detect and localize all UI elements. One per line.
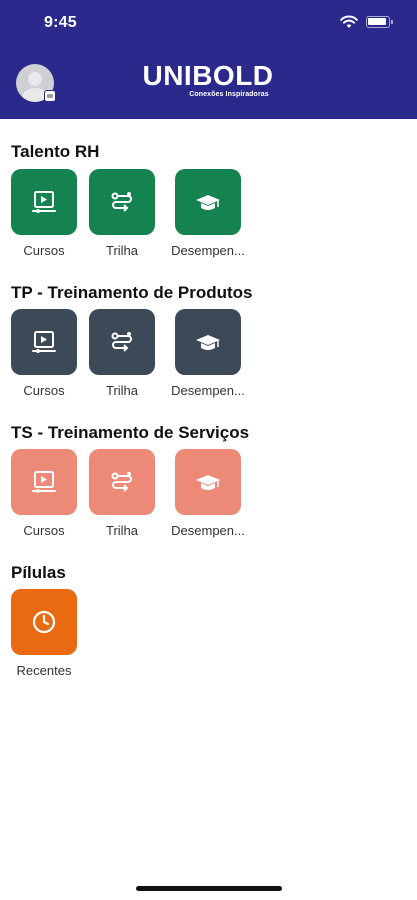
section-title-pilulas: Pílulas (11, 563, 66, 582)
tp-cursos-button[interactable] (11, 309, 77, 375)
app-header: 9:45 UNIBOLD Conexões Inspiradoras (0, 0, 417, 119)
logo-subtitle: Conexões Inspiradoras (189, 91, 269, 98)
tile-label: Desempen... (171, 243, 245, 258)
home-indicator[interactable] (136, 886, 282, 891)
logo-text: UNIBOLD (142, 60, 274, 91)
wifi-icon (340, 15, 358, 28)
clock-icon (32, 610, 56, 634)
graduation-cap-icon (196, 475, 220, 490)
video-lesson-icon (32, 471, 56, 493)
video-lesson-icon (32, 191, 56, 213)
tile-label: Recentes (16, 663, 72, 678)
ts-desempenho-button[interactable] (175, 449, 241, 515)
graduation-cap-icon (196, 195, 220, 210)
ts-cursos-button[interactable] (11, 449, 77, 515)
section-title-tp: TP - Treinamento de Produtos (11, 283, 253, 302)
tp-desempenho-button[interactable] (175, 309, 241, 375)
tile-label: Desempen... (171, 383, 245, 398)
tile-label: Cursos (23, 383, 65, 398)
camera-badge-icon[interactable] (44, 90, 56, 102)
talento-rh-desempenho-button[interactable] (175, 169, 241, 235)
talento-rh-cursos-button[interactable] (11, 169, 77, 235)
tile-label: Desempen... (171, 523, 245, 538)
track-route-icon (111, 192, 132, 212)
tile-label: Cursos (23, 243, 65, 258)
track-route-icon (111, 332, 132, 352)
unibold-logo: UNIBOLD Conexões Inspiradoras (128, 60, 288, 99)
tp-trilha-button[interactable] (89, 309, 155, 375)
pilulas-recentes-button[interactable] (11, 589, 77, 655)
section-title-talento-rh: Talento RH (11, 142, 100, 161)
status-time: 9:45 (44, 14, 77, 31)
video-lesson-icon (32, 331, 56, 353)
ts-trilha-button[interactable] (89, 449, 155, 515)
talento-rh-trilha-button[interactable] (89, 169, 155, 235)
tile-label: Trilha (105, 383, 139, 398)
section-title-ts: TS - Treinamento de Serviços (11, 423, 250, 442)
graduation-cap-icon (196, 335, 220, 350)
tile-label: Trilha (105, 243, 139, 258)
battery-icon (366, 16, 393, 28)
track-route-icon (111, 472, 132, 492)
tile-label: Cursos (23, 523, 65, 538)
avatar-head-shape (28, 72, 42, 86)
tile-label: Trilha (105, 523, 139, 538)
